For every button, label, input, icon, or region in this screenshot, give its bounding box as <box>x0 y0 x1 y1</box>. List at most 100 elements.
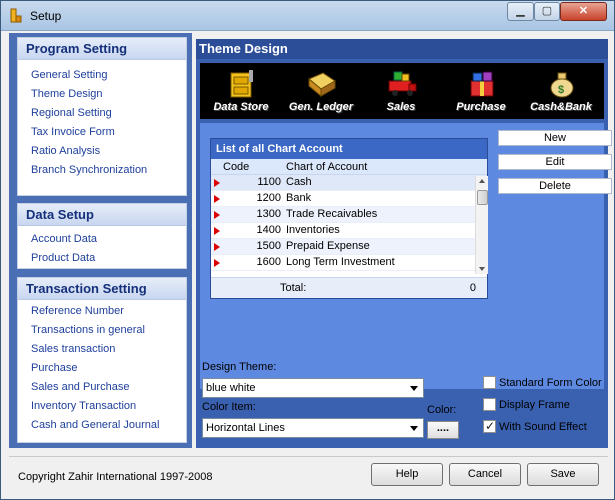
delete-button[interactable]: Delete <box>498 178 612 194</box>
app-icon <box>10 8 22 23</box>
standard-form-color-label[interactable]: Standard Form Color <box>499 377 602 389</box>
display-frame-checkbox[interactable] <box>483 398 496 411</box>
row-code: 1600 <box>256 256 281 268</box>
grid-header: Code Chart of Account <box>211 159 487 175</box>
row-indicator-icon <box>214 259 220 267</box>
column-account-header[interactable]: Chart of Account <box>286 161 367 173</box>
total-label: Total: <box>280 282 307 294</box>
row-code: 1200 <box>256 192 281 204</box>
row-account: Trade Recaivables <box>286 208 378 220</box>
row-code: 1500 <box>256 240 281 252</box>
table-row[interactable]: 1200 Bank <box>211 191 487 207</box>
color-item-value: Horizontal Lines <box>206 422 285 434</box>
module-label: Cash&Bank <box>530 101 592 113</box>
sidebar-item-inventory-transaction[interactable]: Inventory Transaction <box>18 397 186 416</box>
total-row: Total: 0 <box>211 277 487 298</box>
cancel-button[interactable]: Cancel <box>449 463 521 486</box>
page-title: Theme Design <box>196 39 608 59</box>
edit-button[interactable]: Edit <box>498 154 612 170</box>
help-button[interactable]: Help <box>371 463 443 486</box>
new-button[interactable]: New <box>498 130 612 146</box>
sidebar-item-branch-synchronization[interactable]: Branch Synchronization <box>18 161 186 180</box>
scroll-up-icon[interactable] <box>479 179 485 183</box>
gift-truck-icon <box>388 71 417 96</box>
row-code: 1400 <box>256 224 281 236</box>
sidebar-item-tax-invoice-form[interactable]: Tax Invoice Form <box>18 123 186 142</box>
chevron-down-icon <box>410 386 418 391</box>
window-title: Setup <box>30 9 62 23</box>
row-indicator-icon <box>214 227 220 235</box>
sidebar: Program Setting General Setting Theme De… <box>9 33 192 448</box>
row-indicator-icon <box>214 195 220 203</box>
column-code-header[interactable]: Code <box>223 161 249 173</box>
color-picker-button[interactable]: .... <box>427 421 459 439</box>
sidebar-item-ratio-analysis[interactable]: Ratio Analysis <box>18 142 186 161</box>
preview-area: List of all Chart Account Code Chart of … <box>200 123 612 389</box>
sidebar-item-reference-number[interactable]: Reference Number <box>18 302 186 321</box>
module-cash-bank[interactable]: $ Cash&Bank <box>522 65 600 117</box>
module-gen-ledger[interactable]: Gen. Ledger <box>282 65 360 117</box>
color-item-select[interactable]: Horizontal Lines <box>202 418 424 438</box>
module-data-store[interactable]: Data Store <box>202 65 280 117</box>
gift-boxes-icon <box>470 71 494 97</box>
program-setting-panel: Program Setting General Setting Theme De… <box>17 37 187 196</box>
data-setup-panel: Data Setup Account Data Product Data <box>17 203 187 269</box>
color-label: Color: <box>427 404 457 416</box>
transaction-setting-heading: Transaction Setting <box>18 278 186 300</box>
data-setup-heading: Data Setup <box>18 204 186 226</box>
list-scrollbar[interactable] <box>475 176 488 274</box>
table-row[interactable]: 1300 Trade Recaivables <box>211 207 487 223</box>
close-button[interactable]: ✕ <box>560 2 607 21</box>
row-code: 1100 <box>257 176 281 188</box>
program-setting-heading: Program Setting <box>18 38 186 60</box>
save-button[interactable]: Save <box>527 463 599 486</box>
module-label: Sales <box>386 101 416 113</box>
sidebar-item-sales-transaction[interactable]: Sales transaction <box>18 340 186 359</box>
title-bar[interactable]: Setup ▁ ▢ ✕ <box>1 1 614 31</box>
module-purchase[interactable]: Purchase <box>442 65 520 117</box>
sidebar-item-sales-and-purchase[interactable]: Sales and Purchase <box>18 378 186 397</box>
sidebar-item-account-data[interactable]: Account Data <box>18 230 186 249</box>
module-label: Purchase <box>456 101 506 113</box>
design-theme-select[interactable]: blue white <box>202 378 424 398</box>
sidebar-item-transactions-in-general[interactable]: Transactions in general <box>18 321 186 340</box>
module-sales[interactable]: Sales <box>362 65 440 117</box>
module-label: Data Store <box>213 101 269 113</box>
ledger-book-icon <box>308 72 336 98</box>
svg-text:$: $ <box>558 84 564 96</box>
table-row[interactable]: 1600 Long Term Investment <box>211 255 487 271</box>
sidebar-item-cash-and-general-journal[interactable]: Cash and General Journal <box>18 416 186 435</box>
sidebar-item-purchase[interactable]: Purchase <box>18 359 186 378</box>
chevron-down-icon <box>410 426 418 431</box>
list-title: List of all Chart Account <box>211 139 487 159</box>
footer-bar: Copyright Zahir International 1997-2008 … <box>9 456 608 494</box>
row-indicator-icon <box>214 211 220 219</box>
display-frame-label[interactable]: Display Frame <box>499 399 570 411</box>
transaction-setting-panel: Transaction Setting Reference Number Tra… <box>17 277 187 443</box>
scroll-thumb[interactable] <box>477 190 488 205</box>
minimize-button[interactable]: ▁ <box>507 2 534 21</box>
row-account: Prepaid Expense <box>286 240 370 252</box>
setup-window: Setup ▁ ▢ ✕ Program Setting General Sett… <box>0 0 615 500</box>
sidebar-item-product-data[interactable]: Product Data <box>18 249 186 268</box>
copyright-text: Copyright Zahir International 1997-2008 <box>18 471 213 483</box>
table-row[interactable]: 1100 Cash <box>211 175 487 191</box>
table-row[interactable]: 1500 Prepaid Expense <box>211 239 487 255</box>
module-icon-bar: Data Store Gen. Ledger Sales Purchase $ … <box>200 63 604 119</box>
sidebar-item-general-setting[interactable]: General Setting <box>18 66 186 85</box>
sidebar-item-theme-design[interactable]: Theme Design <box>18 85 186 104</box>
design-theme-value: blue white <box>206 382 256 394</box>
money-bag-icon: $ <box>550 72 574 98</box>
table-row[interactable]: 1400 Inventories <box>211 223 487 239</box>
scroll-down-icon[interactable] <box>479 267 485 271</box>
standard-form-color-checkbox[interactable] <box>483 376 496 389</box>
with-sound-effect-label[interactable]: With Sound Effect <box>499 421 587 433</box>
row-indicator-icon <box>214 243 220 251</box>
with-sound-effect-checkbox[interactable] <box>483 419 496 433</box>
row-code: 1300 <box>256 208 281 220</box>
row-indicator-icon <box>214 179 220 187</box>
sidebar-item-regional-setting[interactable]: Regional Setting <box>18 104 186 123</box>
chart-account-list: List of all Chart Account Code Chart of … <box>210 138 488 299</box>
maximize-button[interactable]: ▢ <box>534 2 560 21</box>
file-cabinet-icon <box>230 70 253 98</box>
